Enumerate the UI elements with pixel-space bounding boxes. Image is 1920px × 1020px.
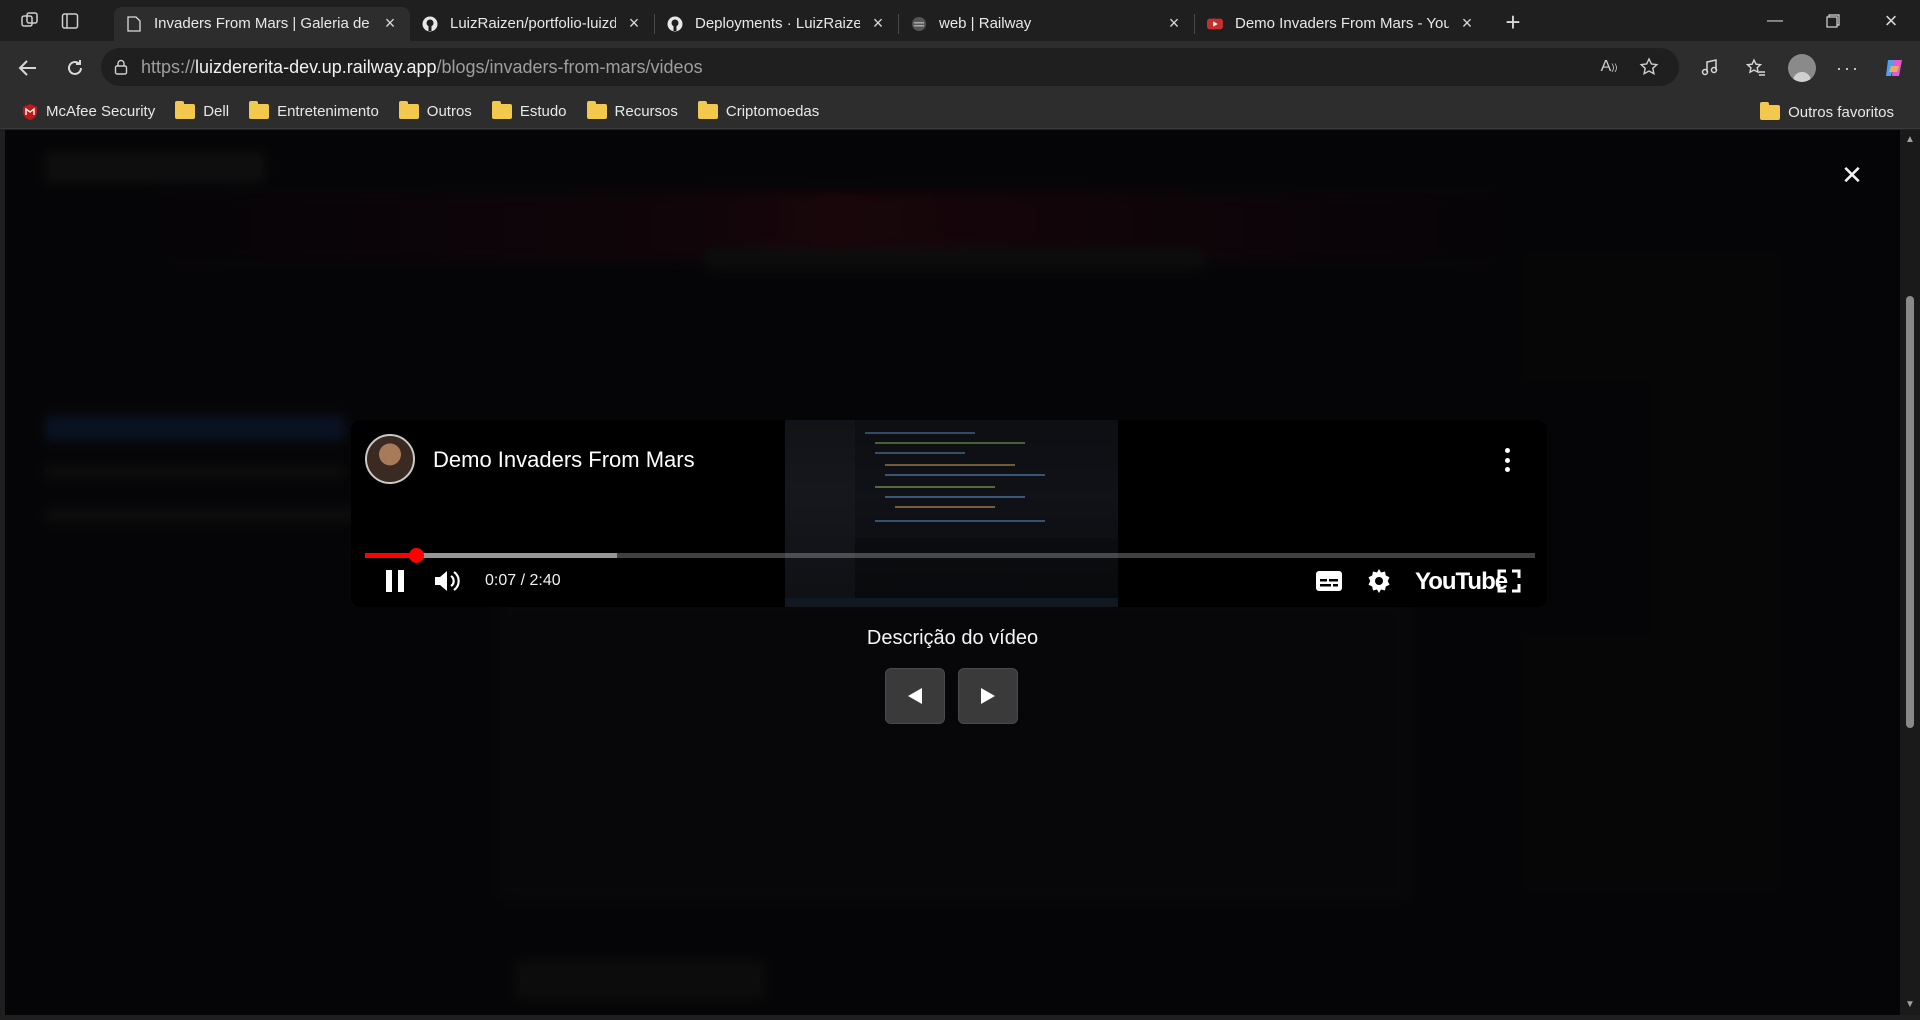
address-row: https://luizdererita-dev.up.railway.app/… [0, 41, 1920, 95]
refresh-icon[interactable] [53, 48, 97, 88]
progress-bar[interactable] [365, 548, 1535, 563]
folder-icon [398, 101, 419, 119]
bookmark-label: Outros favoritos [1788, 103, 1894, 121]
mcafee-icon [22, 103, 38, 121]
video-navigation [885, 668, 1018, 724]
time-display: 0:07 / 2:40 [485, 572, 561, 589]
tab-strip: Invaders From Mars | Galeria de V × Luiz… [0, 0, 1920, 41]
close-tab-icon[interactable]: × [1457, 13, 1477, 34]
close-window-icon[interactable]: × [1862, 0, 1920, 41]
bookmark-label: Dell [203, 103, 230, 120]
folder-icon [491, 101, 512, 119]
folder-icon [175, 101, 196, 119]
close-tab-icon[interactable]: × [1164, 13, 1184, 34]
bookmark-label: Recursos [614, 103, 678, 120]
tab-title: web | Railway [939, 15, 1032, 32]
copilot-icon[interactable] [1874, 48, 1914, 88]
fullscreen-icon[interactable] [1493, 565, 1525, 597]
address-bar[interactable]: https://luizdererita-dev.up.railway.app/… [101, 48, 1679, 86]
url-text[interactable]: https://luizdererita-dev.up.railway.app/… [141, 57, 1593, 78]
bookmark-folder-dell[interactable]: Dell [167, 98, 237, 126]
arrow-left-icon [908, 688, 922, 704]
arrow-right-icon [981, 688, 995, 704]
tab-railway[interactable]: web | Railway × [899, 7, 1194, 41]
channel-avatar[interactable] [365, 434, 415, 484]
media-control-icon[interactable] [1690, 48, 1730, 88]
tab-title: Deployments · LuizRaizen/portfoli [695, 15, 860, 32]
folder-icon [1760, 101, 1781, 120]
minimize-icon[interactable]: — [1746, 0, 1804, 41]
bookmark-label: Outros [426, 103, 472, 120]
tab-title: Invaders From Mars | Galeria de V [154, 15, 372, 32]
url-scheme: https:// [141, 56, 196, 77]
page-icon [126, 15, 142, 32]
bookmark-folder-outros[interactable]: Outros [391, 98, 480, 126]
bookmark-folder-recursos[interactable]: Recursos [579, 98, 686, 126]
page-viewport: ✕ Demo Invaders From Mars 0:07 / 2:40 Yo… [5, 130, 1900, 1015]
read-aloud-icon[interactable]: A)) [1593, 51, 1625, 83]
close-tab-icon[interactable]: × [624, 13, 644, 34]
more-menu-icon[interactable]: ··· [1828, 48, 1868, 88]
bookmark-folder-other-favorites[interactable]: Outros favoritos [1752, 98, 1902, 126]
omnibox-actions: A)) [1593, 51, 1665, 83]
bookmark-label: McAfee Security [46, 103, 156, 120]
tab-title: Demo Invaders From Mars - YouT [1235, 15, 1449, 32]
bookmark-label: Entretenimento [277, 103, 379, 120]
bookmark-label: Estudo [519, 103, 567, 120]
page-scrollbar[interactable]: ▲ ▼ [1900, 130, 1920, 1015]
railway-icon [911, 16, 927, 32]
settings-gear-icon[interactable] [1363, 565, 1395, 597]
new-tab-button[interactable]: + [1495, 5, 1531, 41]
bookmark-folder-estudo[interactable]: Estudo [484, 98, 575, 126]
toolbar-right: ··· [1690, 48, 1914, 88]
folder-icon [697, 101, 718, 119]
folder-icon [586, 101, 607, 119]
volume-icon[interactable] [431, 565, 463, 597]
url-host: luizdererita-dev.up.railway.app [195, 56, 437, 77]
next-video-button[interactable] [958, 668, 1018, 724]
vertical-tabs-icon[interactable] [50, 1, 90, 41]
youtube-icon [1207, 16, 1223, 32]
github-icon [422, 16, 438, 32]
avatar [1788, 54, 1816, 82]
url-path: /blogs/invaders-from-mars/videos [436, 56, 703, 77]
scrollbar-thumb[interactable] [1906, 296, 1914, 728]
tab-invaders-gallery[interactable]: Invaders From Mars | Galeria de V × [114, 6, 410, 41]
back-icon[interactable] [6, 48, 50, 88]
bookmark-folder-entretenimento[interactable]: Entretenimento [241, 98, 387, 126]
favorites-icon[interactable] [1736, 48, 1776, 88]
previous-video-button[interactable] [885, 668, 945, 724]
folder-icon [249, 101, 270, 119]
subtitles-icon[interactable] [1313, 565, 1345, 597]
tab-title: LuizRaizen/portfolio-luizdererita- [450, 15, 616, 32]
tab-github-deployments[interactable]: Deployments · LuizRaizen/portfoli × [655, 7, 898, 41]
github-icon [667, 16, 683, 32]
scroll-down-icon[interactable]: ▼ [1904, 999, 1916, 1011]
video-title[interactable]: Demo Invaders From Mars [433, 447, 695, 473]
window-controls: — × [1746, 0, 1920, 41]
scroll-up-icon[interactable]: ▲ [1904, 134, 1916, 146]
youtube-player[interactable]: Demo Invaders From Mars 0:07 / 2:40 YouT… [351, 420, 1547, 607]
workspaces-icon[interactable] [10, 1, 50, 41]
restore-icon[interactable] [1804, 0, 1862, 41]
tab-github-repo[interactable]: LuizRaizen/portfolio-luizdererita- × [410, 7, 654, 41]
profile-avatar[interactable] [1782, 48, 1822, 88]
bookmark-folder-criptomoedas[interactable]: Criptomoedas [690, 98, 827, 126]
tab-youtube[interactable]: Demo Invaders From Mars - YouT × [1195, 7, 1487, 41]
bookmark-mcafee[interactable]: McAfee Security [14, 98, 163, 126]
more-options-icon[interactable] [1503, 448, 1511, 472]
pause-icon[interactable] [379, 565, 411, 597]
video-description-label: Descrição do vídeo [866, 627, 1039, 649]
favorite-star-icon[interactable] [1633, 51, 1665, 83]
site-info-icon[interactable] [101, 48, 141, 86]
bookmark-label: Criptomoedas [725, 103, 820, 120]
bookmarks-bar: McAfee Security Dell Entretenimento Outr… [0, 95, 1920, 129]
close-tab-icon[interactable]: × [380, 13, 400, 34]
close-modal-icon[interactable]: ✕ [1837, 160, 1867, 190]
close-tab-icon[interactable]: × [868, 13, 888, 34]
